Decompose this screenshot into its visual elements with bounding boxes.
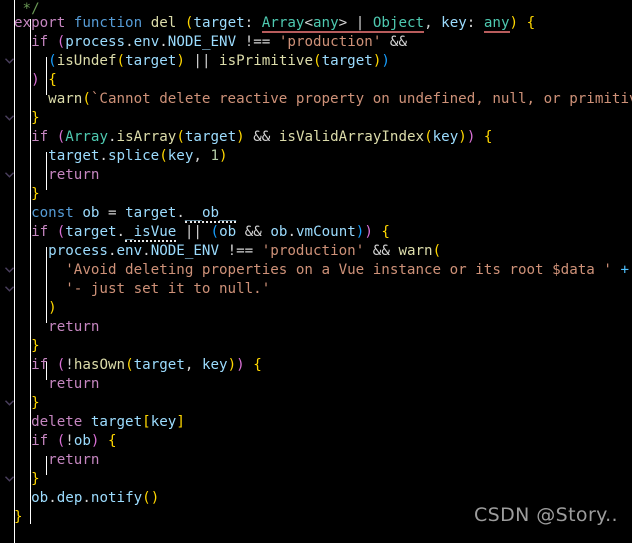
code-line: process.env.NODE_ENV !== 'production' &&… [0,242,441,292]
code-line: ) { [0,71,57,121]
code-line: } [0,337,51,356]
code-line-text: const ob = target.__ob__ [31,205,237,223]
code-line-text: } [31,395,40,411]
code-line-text: ob.dep.notify() [31,490,160,506]
code-line: if (Array.isArray(target) && isValidArra… [0,128,492,178]
code-line: } [0,508,51,527]
code-line-text: } [31,186,40,202]
code-line-text: if (target._isVue || (ob && ob.vmCount))… [31,224,390,242]
code-line-text: if (!ob) { [31,433,117,449]
code-line-text: process.env.NODE_ENV !== 'production' &&… [48,243,442,259]
code-line-text: return [48,167,100,183]
code-line: } [0,109,51,128]
code-line: ob.dep.notify() [0,489,159,508]
code-line-text: '- just set it to null.' [65,281,271,297]
code-line-text: } [14,509,23,525]
code-line: '- just set it to null.' [0,280,270,299]
code-line-text: if (process.env.NODE_ENV !== 'production… [31,34,407,50]
code-line: 'Avoid deleting properties on a Vue inst… [0,261,629,280]
code-line: if (!ob) { [0,432,117,482]
code-line: return [0,318,99,337]
code-line-text: ) [48,300,57,316]
code-line-text: } [31,338,40,354]
code-line: } [0,185,51,204]
code-line-text: if (!hasOwn(target, key)) { [31,357,262,373]
code-line-text: 'Avoid deleting properties on a Vue inst… [65,262,630,278]
code-line: if (target._isVue || (ob && ob.vmCount))… [0,223,390,273]
code-line-text: warn(`Cannot delete reactive property on… [48,91,632,107]
code-line-text: ) { [31,72,57,88]
code-line: const ob = target.__ob__ [0,204,237,223]
code-line: warn(`Cannot delete reactive property on… [0,90,632,109]
code-line: } [0,470,51,489]
code-editor-viewport[interactable]: */ export function del (target: Array<an… [0,0,632,543]
code-line-text: return [48,319,100,335]
code-line-text: delete target[key] [31,414,185,430]
code-line: ) [0,299,57,318]
code-line: return [0,166,99,185]
code-line: target.splice(key, 1) [0,147,227,166]
code-line-text: if (Array.isArray(target) && isValidArra… [31,129,493,145]
code-line: export function del (target: Array<any> … [0,14,535,64]
code-line-text: (isUndef(target) || isPrimitive(target)) [48,53,390,69]
code-line-text: } [31,471,40,487]
code-line-text: return [48,376,100,392]
code-line: (isUndef(target) || isPrimitive(target)) [0,52,390,71]
code-line: delete target[key] [0,413,185,432]
code-line: if (process.env.NODE_ENV !== 'production… [0,33,407,52]
code-line-text: } [31,110,40,126]
watermark-label: CSDN @Story.. [474,504,618,526]
code-line: if (!hasOwn(target, key)) { [0,356,262,406]
code-line-text: export function del (target: Array<any> … [14,15,536,33]
code-line-text: target.splice(key, 1) [48,148,228,164]
code-line: return [0,375,99,394]
code-line: return [0,451,99,470]
code-line-text: return [48,452,100,468]
code-line: } [0,394,51,413]
